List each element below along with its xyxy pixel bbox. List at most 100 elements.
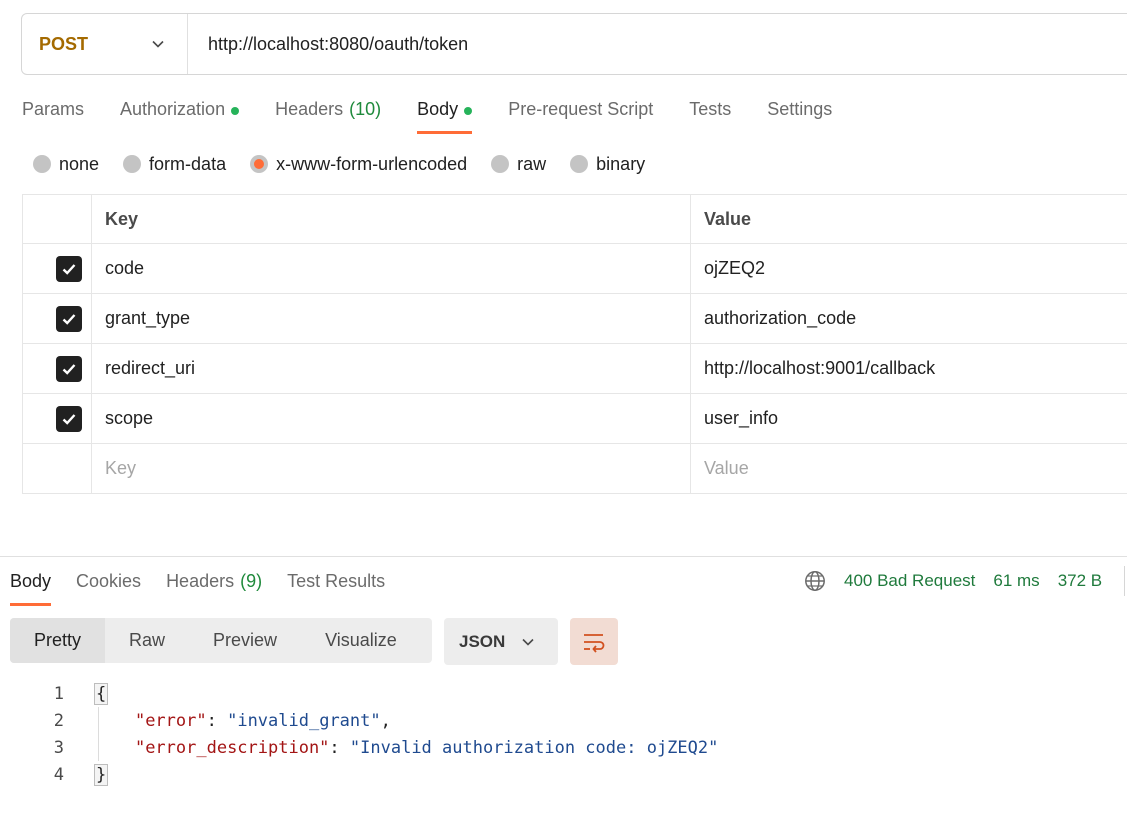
row-checkbox-cell — [23, 394, 92, 443]
chevron-down-icon — [521, 635, 535, 649]
url-input[interactable]: http://localhost:8080/oauth/token — [188, 34, 468, 55]
format-select[interactable]: JSON — [444, 618, 558, 665]
body-type-urlencoded[interactable]: x-www-form-urlencoded — [250, 154, 467, 175]
wrap-lines-icon — [584, 633, 605, 653]
new-value-input[interactable]: Value — [691, 444, 1127, 493]
table-row: redirect_uri http://localhost:9001/callb… — [23, 344, 1127, 394]
value-column-header: Value — [704, 208, 752, 229]
tab-authorization[interactable]: Authorization — [120, 96, 240, 134]
tab-response-body[interactable]: Body — [10, 568, 52, 606]
check-column-header — [23, 195, 92, 243]
response-body-code[interactable]: 1 { 2 "error": "invalid_grant", 3 "error… — [0, 680, 718, 788]
tab-count: (9) — [240, 571, 263, 591]
radio-icon — [570, 155, 589, 173]
tab-label: Test Results — [287, 571, 386, 591]
line-number: 4 — [53, 764, 64, 785]
body-type-binary[interactable]: binary — [570, 154, 645, 175]
pane-divider[interactable] — [0, 556, 1127, 557]
table-row: scope user_info — [23, 394, 1127, 444]
tab-label: Cookies — [76, 571, 142, 591]
code-content: } — [94, 763, 109, 786]
body-params-table: Key Value code ojZEQ2 grant_type authori… — [22, 194, 1127, 494]
view-preview[interactable]: Preview — [189, 618, 301, 663]
row-key[interactable]: grant_type — [92, 294, 691, 343]
row-value[interactable]: http://localhost:9001/callback — [691, 344, 1127, 393]
tab-label: Headers — [275, 99, 344, 119]
close-brace: } — [94, 763, 109, 786]
radio-icon — [33, 155, 51, 173]
body-type-raw[interactable]: raw — [491, 154, 546, 175]
globe-icon[interactable] — [804, 570, 826, 592]
body-type-none[interactable]: none — [33, 154, 99, 175]
radio-icon — [123, 155, 142, 173]
table-row: code ojZEQ2 — [23, 244, 1127, 294]
tab-label: Settings — [767, 99, 833, 119]
body-type-form-data[interactable]: form-data — [123, 154, 226, 175]
table-header: Key Value — [23, 194, 1127, 244]
tab-label: Body — [417, 99, 459, 119]
wrap-lines-button[interactable] — [570, 618, 618, 665]
line-number: 1 — [53, 683, 64, 704]
row-key[interactable]: redirect_uri — [92, 344, 691, 393]
body-type-options: none form-data x-www-form-urlencoded raw… — [33, 152, 669, 176]
tab-body[interactable]: Body — [417, 96, 473, 134]
json-string: "Invalid authorization code: ojZEQ2" — [349, 737, 719, 758]
status-code[interactable]: 400 Bad Request — [844, 571, 975, 591]
code-content: "error": "invalid_grant", — [134, 710, 391, 731]
code-content: { — [94, 682, 109, 705]
tab-tests[interactable]: Tests — [689, 96, 731, 134]
separator — [1124, 566, 1125, 596]
tab-cookies[interactable]: Cookies — [76, 568, 141, 606]
tab-pre-request-script[interactable]: Pre-request Script — [508, 96, 653, 134]
request-url-bar: POST http://localhost:8080/oauth/token — [21, 13, 1127, 75]
radio-label: x-www-form-urlencoded — [276, 153, 468, 174]
checkbox-checked[interactable] — [56, 405, 82, 432]
method-select[interactable]: POST — [22, 14, 188, 74]
tab-label: Pre-request Script — [508, 99, 654, 119]
checkbox-checked[interactable] — [56, 305, 82, 332]
checkbox-checked[interactable] — [56, 255, 82, 282]
tab-test-results[interactable]: Test Results — [287, 568, 385, 606]
check-icon — [62, 263, 76, 275]
row-value[interactable]: authorization_code — [691, 294, 1127, 343]
row-key[interactable]: code — [92, 244, 691, 293]
new-key-input[interactable]: Key — [92, 444, 691, 493]
row-key[interactable]: scope — [92, 394, 691, 443]
tab-settings[interactable]: Settings — [767, 96, 832, 134]
checkbox-checked[interactable] — [56, 355, 82, 382]
line-number: 3 — [53, 737, 64, 758]
radio-label: none — [59, 153, 100, 174]
tab-response-headers[interactable]: Headers (9) — [166, 568, 262, 606]
table-row-new: Key Value — [23, 444, 1127, 494]
json-key: "error_description" — [134, 737, 330, 758]
request-tabs: Params Authorization Headers (10) Body Pr… — [22, 96, 868, 136]
line-number: 2 — [53, 710, 64, 731]
view-pretty[interactable]: Pretty — [10, 618, 106, 663]
row-checkbox-cell — [23, 344, 92, 393]
format-label: JSON — [459, 631, 506, 651]
status-dot — [231, 107, 240, 115]
view-visualize[interactable]: Visualize — [301, 618, 421, 663]
json-string: "invalid_grant" — [227, 710, 381, 731]
check-icon — [62, 313, 76, 325]
response-tabs: Body Cookies Headers (9) Test Results — [10, 568, 410, 606]
indent-guide — [98, 707, 99, 761]
response-size[interactable]: 372 B — [1058, 571, 1102, 591]
row-value[interactable]: ojZEQ2 — [691, 244, 1127, 293]
view-raw[interactable]: Raw — [105, 618, 189, 663]
tab-params[interactable]: Params — [22, 96, 84, 134]
row-value[interactable]: user_info — [691, 394, 1127, 443]
response-time[interactable]: 61 ms — [993, 571, 1039, 591]
radio-label: raw — [517, 153, 547, 174]
tab-label: Params — [22, 99, 85, 119]
code-line: 1 { — [0, 680, 718, 707]
response-meta: 400 Bad Request 61 ms 372 B — [804, 570, 1120, 592]
code-line: 3 "error_description": "Invalid authoriz… — [0, 734, 719, 761]
table-row: grant_type authorization_code — [23, 294, 1127, 344]
row-checkbox-cell — [23, 244, 92, 293]
radio-checked-icon — [250, 155, 269, 173]
tab-headers[interactable]: Headers (10) — [275, 96, 381, 134]
tab-label: Tests — [689, 99, 732, 119]
json-key: "error" — [134, 710, 207, 731]
tab-label: Authorization — [120, 99, 226, 119]
